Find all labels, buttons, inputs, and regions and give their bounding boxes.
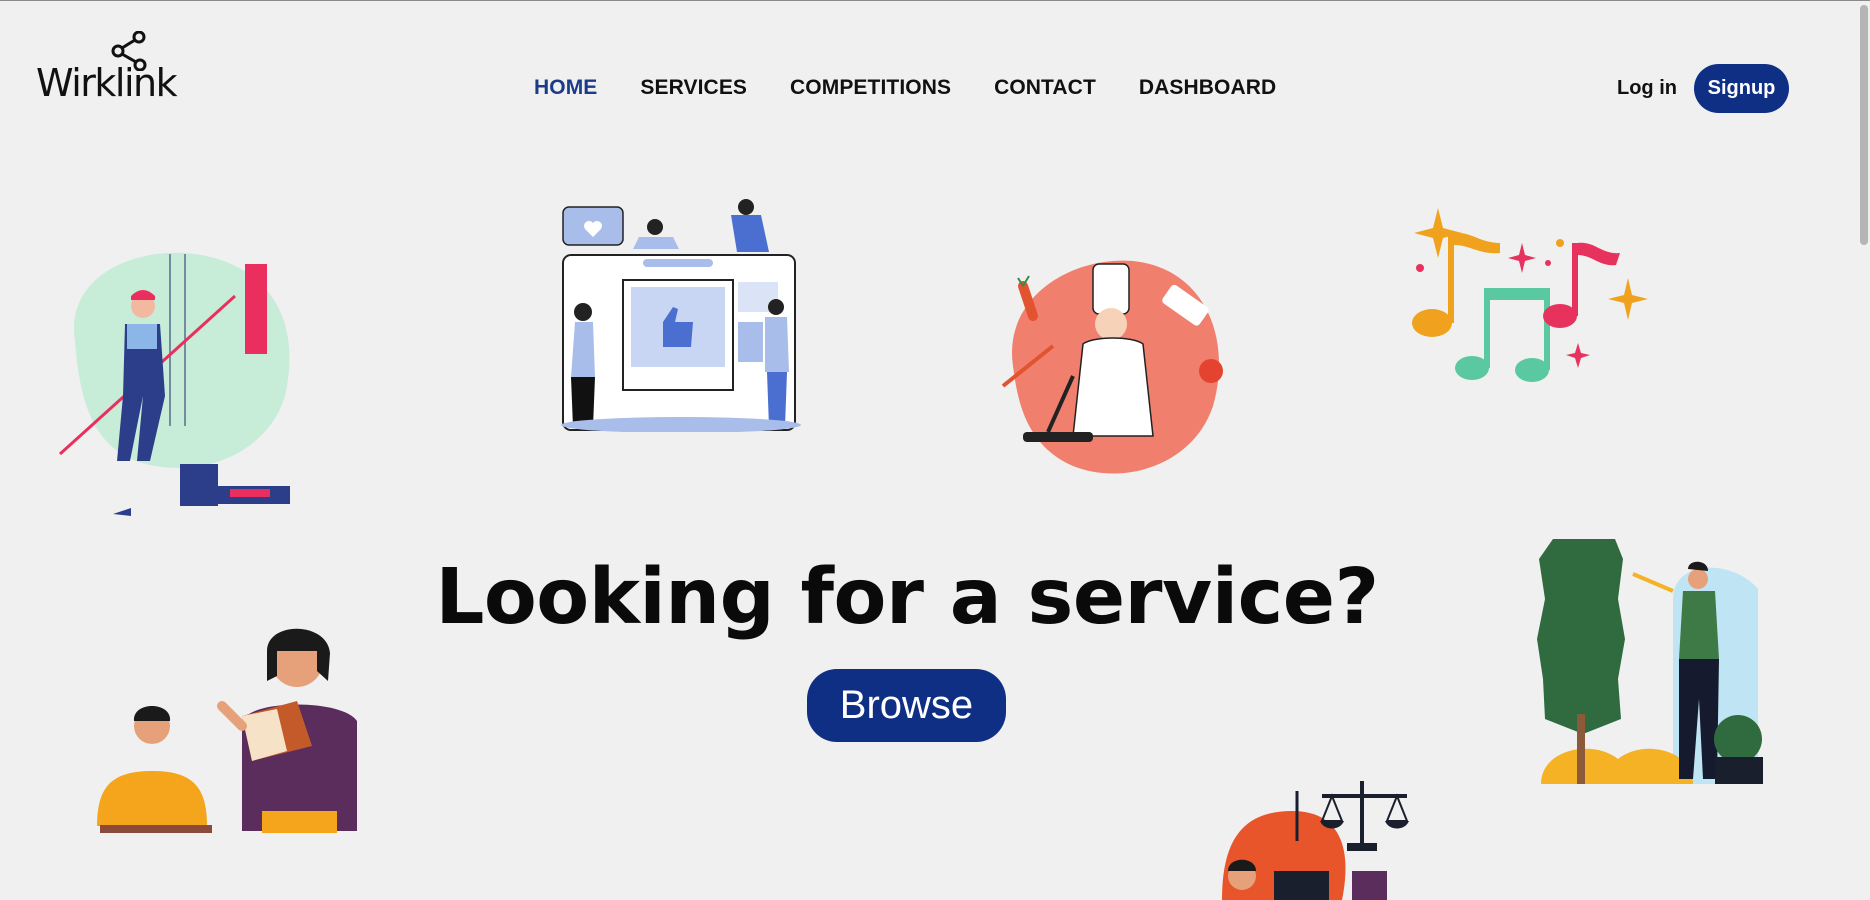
wirklink-logo[interactable]: Wirklink <box>36 31 178 105</box>
brand-name: Wirklink <box>36 61 178 105</box>
nav-home[interactable]: HOME <box>534 76 597 100</box>
nav-services[interactable]: SERVICES <box>640 76 747 100</box>
nav-dashboard[interactable]: DASHBOARD <box>1139 76 1276 100</box>
main-nav: HOME SERVICES COMPETITIONS CONTACT DASHB… <box>534 76 1319 100</box>
painter-illustration <box>58 252 290 516</box>
hero-headline: Looking for a service? <box>435 553 1379 642</box>
tutoring-illustration <box>97 628 357 833</box>
browse-button[interactable]: Browse <box>807 669 1006 742</box>
nav-contact[interactable]: CONTACT <box>994 76 1096 100</box>
scrollbar-thumb[interactable] <box>1860 5 1868 245</box>
login-link[interactable]: Log in <box>1617 77 1677 100</box>
chef-illustration <box>1001 260 1223 474</box>
social-media-illustration <box>561 199 801 432</box>
music-notes-illustration <box>1412 208 1648 382</box>
signup-button[interactable]: Signup <box>1694 64 1789 113</box>
nav-competitions[interactable]: COMPETITIONS <box>790 76 951 100</box>
legal-services-illustration <box>1222 781 1409 900</box>
page-scrollbar[interactable] <box>1858 1 1870 900</box>
